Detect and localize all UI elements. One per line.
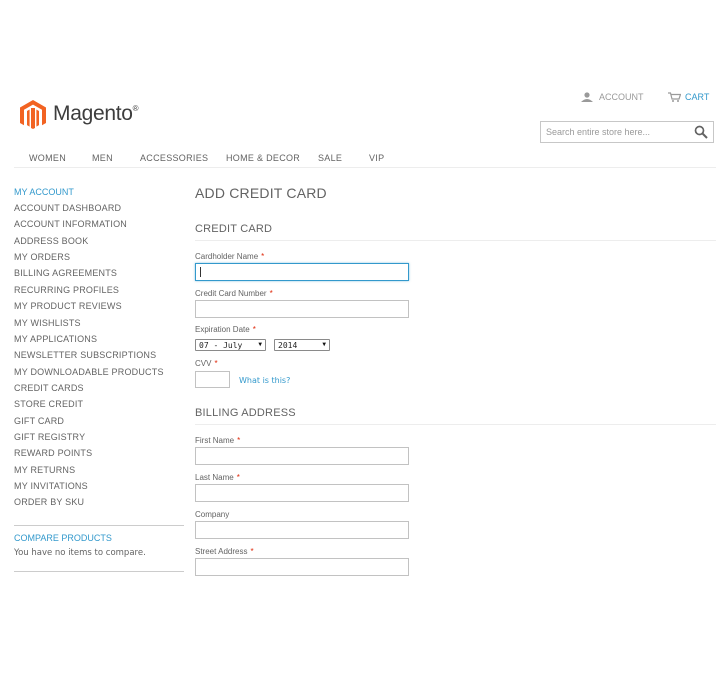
cvv-field[interactable] <box>195 371 230 388</box>
company-input[interactable] <box>196 524 408 540</box>
account-link[interactable]: ACCOUNT <box>580 92 644 102</box>
sidebar-item-my-orders[interactable]: MY ORDERS <box>14 252 70 262</box>
text-caret <box>200 267 201 277</box>
required-marker: * <box>236 473 240 482</box>
required-marker: * <box>237 436 241 445</box>
sidebar-item-newsletter-subscriptions[interactable]: NEWSLETTER SUBSCRIPTIONS <box>14 350 156 360</box>
sidebar-item-account-information[interactable]: ACCOUNT INFORMATION <box>14 219 127 229</box>
sidebar-title: MY ACCOUNT <box>14 187 74 197</box>
store-logo[interactable]: Magento® <box>18 99 139 129</box>
main-navigation: WOMEN MEN ACCESSORIES HOME & DECOR SALE … <box>14 150 716 168</box>
first-name-input[interactable] <box>196 450 408 466</box>
nav-item-men[interactable]: MEN <box>92 153 113 163</box>
card-number-field[interactable] <box>195 300 409 319</box>
card-number-input[interactable] <box>196 303 408 319</box>
expiration-year-select[interactable]: 2014 ▼ <box>274 339 330 351</box>
cvv-label: CVV * <box>195 359 218 368</box>
sidebar-item-my-returns[interactable]: MY RETURNS <box>14 465 75 475</box>
first-name-field[interactable] <box>195 447 409 466</box>
last-name-input[interactable] <box>196 487 408 503</box>
sidebar-item-order-by-sku[interactable]: ORDER BY SKU <box>14 497 84 507</box>
page-title: ADD CREDIT CARD <box>195 185 327 201</box>
expiration-year-value: 2014 <box>278 340 298 350</box>
billing-address-section-title: BILLING ADDRESS <box>195 407 296 419</box>
logo-trademark: ® <box>132 104 139 113</box>
sidebar-item-credit-cards[interactable]: CREDIT CARDS <box>14 383 84 393</box>
nav-item-home-decor[interactable]: HOME & DECOR <box>226 153 300 163</box>
company-field[interactable] <box>195 521 409 540</box>
section-divider <box>195 424 716 425</box>
sidebar-item-gift-card[interactable]: GIFT CARD <box>14 416 64 426</box>
company-label: Company <box>195 510 230 519</box>
sidebar-item-address-book[interactable]: ADDRESS BOOK <box>14 236 88 246</box>
required-marker: * <box>250 547 254 556</box>
compare-products-title: COMPARE PRODUCTS <box>14 533 112 543</box>
card-number-label: Credit Card Number * <box>195 289 273 298</box>
sidebar-item-my-invitations[interactable]: MY INVITATIONS <box>14 481 88 491</box>
logo-text: Magento <box>53 102 133 125</box>
search-input[interactable] <box>541 122 691 142</box>
required-marker: * <box>252 325 256 334</box>
street-address-field[interactable] <box>195 558 409 577</box>
last-name-field[interactable] <box>195 484 409 503</box>
nav-item-accessories[interactable]: ACCESSORIES <box>140 153 208 163</box>
cart-icon <box>668 92 681 102</box>
expiration-month-value: 07 - July <box>199 340 243 350</box>
expiration-month-select[interactable]: 07 - July ▼ <box>195 339 266 351</box>
account-label: ACCOUNT <box>599 92 644 102</box>
street-address-input[interactable] <box>196 561 408 577</box>
sidebar-item-my-wishlists[interactable]: MY WISHLISTS <box>14 318 81 328</box>
magento-logo-icon <box>20 100 46 129</box>
compare-empty-message: You have no items to compare. <box>14 548 146 558</box>
search-icon[interactable] <box>694 125 708 139</box>
sidebar-item-account-dashboard[interactable]: ACCOUNT DASHBOARD <box>14 203 121 213</box>
nav-item-women[interactable]: WOMEN <box>29 153 66 163</box>
street-address-label: Street Address * <box>195 547 254 556</box>
last-name-label: Last Name * <box>195 473 240 482</box>
account-icon <box>581 92 593 102</box>
sidebar-divider <box>14 525 184 526</box>
dropdown-arrow-icon: ▼ <box>258 341 262 348</box>
nav-item-vip[interactable]: VIP <box>369 153 384 163</box>
required-marker: * <box>214 359 218 368</box>
required-marker: * <box>261 252 265 261</box>
dropdown-arrow-icon: ▼ <box>322 341 326 348</box>
sidebar-item-gift-registry[interactable]: GIFT REGISTRY <box>14 432 85 442</box>
sidebar-item-billing-agreements[interactable]: BILLING AGREEMENTS <box>14 268 117 278</box>
sidebar-item-store-credit[interactable]: STORE CREDIT <box>14 399 83 409</box>
search-box <box>540 121 714 143</box>
credit-card-section-title: CREDIT CARD <box>195 223 273 235</box>
sidebar-item-reward-points[interactable]: REWARD POINTS <box>14 448 92 458</box>
cardholder-name-input[interactable] <box>196 266 408 282</box>
cvv-input[interactable] <box>196 373 229 388</box>
cvv-help-link[interactable]: What is this? <box>239 376 290 385</box>
sidebar-item-recurring-profiles[interactable]: RECURRING PROFILES <box>14 285 119 295</box>
cardholder-name-field[interactable] <box>195 263 409 282</box>
required-marker: * <box>269 289 273 298</box>
expiration-date-label: Expiration Date * <box>195 325 256 334</box>
sidebar-item-my-downloadable-products[interactable]: MY DOWNLOADABLE PRODUCTS <box>14 367 164 377</box>
nav-item-sale[interactable]: SALE <box>318 153 342 163</box>
cart-label: CART <box>685 92 710 102</box>
cardholder-name-label: Cardholder Name * <box>195 252 265 261</box>
sidebar-item-my-product-reviews[interactable]: MY PRODUCT REVIEWS <box>14 301 122 311</box>
sidebar-divider <box>14 571 184 572</box>
first-name-label: First Name * <box>195 436 241 445</box>
section-divider <box>195 240 716 241</box>
cart-link[interactable]: CART <box>668 92 709 102</box>
sidebar-item-my-applications[interactable]: MY APPLICATIONS <box>14 334 97 344</box>
